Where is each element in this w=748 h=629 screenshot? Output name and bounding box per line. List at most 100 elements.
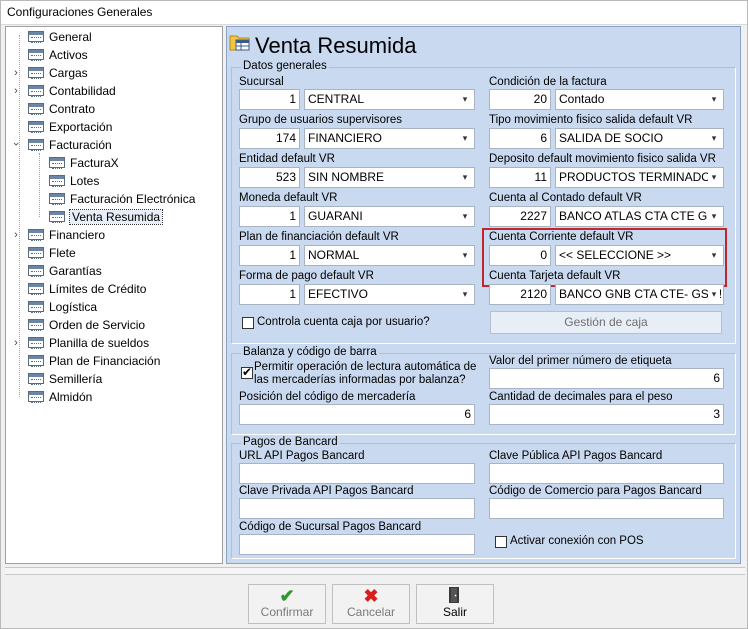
- controla-caja-checkbox[interactable]: [242, 317, 254, 329]
- cuenta-tarjeta-code-input[interactable]: 2120: [489, 284, 551, 305]
- activar-pos-checkbox[interactable]: [495, 536, 507, 548]
- chevron-right-icon[interactable]: ›: [11, 337, 21, 349]
- table-icon: [28, 139, 44, 151]
- tree-item-facturacion-electronica[interactable]: Facturación Electrónica: [49, 190, 195, 208]
- tree-item-activos[interactable]: Activos: [28, 46, 88, 64]
- group-label: Pagos de Bancard: [241, 436, 340, 448]
- condicion-label: Condición de la factura: [489, 76, 607, 88]
- chevron-down-icon: ▾: [459, 207, 471, 226]
- cancelar-button[interactable]: ✖ Cancelar: [332, 584, 410, 624]
- chevron-down-icon: ▾: [459, 285, 471, 304]
- table-icon: [49, 211, 65, 223]
- plan-select[interactable]: NORMAL ▾: [304, 245, 475, 266]
- cuenta-tarjeta-select[interactable]: BANCO GNB CTA CTE- GS 0! ▾: [555, 284, 724, 305]
- table-icon: [28, 355, 44, 367]
- cuenta-corriente-select[interactable]: << SELECCIONE >> ▾: [555, 245, 724, 266]
- codigo-sucursal-input[interactable]: [239, 534, 475, 555]
- salir-button[interactable]: Salir: [416, 584, 494, 624]
- chevron-down-icon: ▾: [459, 129, 471, 148]
- tree-item-facturax[interactable]: FacturaX: [49, 154, 119, 172]
- cuenta-corriente-label: Cuenta Corriente default VR: [489, 231, 634, 243]
- moneda-select[interactable]: GUARANI ▾: [304, 206, 475, 227]
- condicion-select[interactable]: Contado ▾: [555, 89, 724, 110]
- chevron-down-icon: ▾: [708, 168, 720, 187]
- grupo-select[interactable]: FINANCIERO ▾: [304, 128, 475, 149]
- table-icon: [28, 247, 44, 259]
- forma-pago-code-input[interactable]: 1: [239, 284, 300, 305]
- decimales-label: Cantidad de decimales para el peso: [489, 391, 673, 403]
- entidad-select[interactable]: SIN NOMBRE ▾: [304, 167, 475, 188]
- clave-privada-input[interactable]: [239, 498, 475, 519]
- chevron-down-icon: ▾: [708, 285, 720, 304]
- table-icon: [49, 175, 65, 187]
- entidad-code-input[interactable]: 523: [239, 167, 300, 188]
- tree-item-flete[interactable]: Flete: [28, 244, 76, 262]
- permitir-balanza-checkbox[interactable]: [241, 365, 253, 379]
- tree-item-exportacion[interactable]: Exportación: [28, 118, 112, 136]
- table-icon: [49, 193, 65, 205]
- gestion-caja-button[interactable]: Gestión de caja: [490, 311, 722, 334]
- tipo-mov-code-input[interactable]: 6: [489, 128, 551, 149]
- tree-item-logistica[interactable]: Logística: [28, 298, 97, 316]
- tree-item-financiero[interactable]: Financiero: [28, 226, 105, 244]
- settings-tree[interactable]: General Activos › Cargas › Contabilidad …: [5, 26, 223, 564]
- sucursal-label: Sucursal: [239, 76, 284, 88]
- cuenta-contado-code-input[interactable]: 2227: [489, 206, 551, 227]
- plan-label: Plan de financiación default VR: [239, 231, 399, 243]
- sucursal-code-input[interactable]: 1: [239, 89, 300, 110]
- chevron-right-icon[interactable]: ›: [11, 229, 21, 241]
- cuenta-corriente-code-input[interactable]: 0: [489, 245, 551, 266]
- table-icon: [28, 265, 44, 277]
- deposito-select[interactable]: PRODUCTOS TERMINADOS ▾: [555, 167, 724, 188]
- tree-item-contrato[interactable]: Contrato: [28, 100, 95, 118]
- chevron-right-icon[interactable]: ›: [11, 67, 21, 79]
- tree-item-facturacion[interactable]: Facturación: [28, 136, 112, 154]
- cuenta-tarjeta-label: Cuenta Tarjeta default VR: [489, 270, 621, 282]
- valor-etiqueta-input[interactable]: 6: [489, 368, 724, 389]
- chevron-down-icon[interactable]: ›: [10, 139, 22, 149]
- chevron-down-icon: ▾: [708, 207, 720, 226]
- cuenta-contado-select[interactable]: BANCO ATLAS CTA CTE GS ▾: [555, 206, 724, 227]
- tree-item-orden-servicio[interactable]: Orden de Servicio: [28, 316, 145, 334]
- permitir-balanza-label-2: las mercaderías informadas por balanza?: [254, 374, 466, 386]
- tree-item-plan-financiacion[interactable]: Plan de Financiación: [28, 352, 160, 370]
- tipo-mov-label: Tipo movimiento fisico salida default VR: [489, 114, 693, 126]
- tree-item-planilla-sueldos[interactable]: Planilla de sueldos: [28, 334, 149, 352]
- table-icon: [28, 319, 44, 331]
- url-bancard-input[interactable]: [239, 463, 475, 484]
- group-label: Balanza y código de barra: [241, 346, 379, 358]
- codigo-comercio-input[interactable]: [489, 498, 724, 519]
- tree-item-cargas[interactable]: Cargas: [28, 64, 88, 82]
- tree-item-lotes[interactable]: Lotes: [49, 172, 99, 190]
- tree-item-almidon[interactable]: Almidón: [28, 388, 92, 406]
- decimales-input[interactable]: 3: [489, 404, 724, 425]
- title-bar: Configuraciones Generales: [1, 1, 747, 25]
- plan-code-input[interactable]: 1: [239, 245, 300, 266]
- forma-pago-select[interactable]: EFECTIVO ▾: [304, 284, 475, 305]
- status-separator: [5, 567, 745, 575]
- sucursal-select[interactable]: CENTRAL ▾: [304, 89, 475, 110]
- clave-publica-input[interactable]: [489, 463, 724, 484]
- venta-resumida-panel: Venta Resumida Datos generales Sucursal …: [226, 26, 741, 564]
- close-icon: ✖: [363, 586, 379, 606]
- chevron-right-icon[interactable]: ›: [11, 85, 21, 97]
- condicion-code-input[interactable]: 20: [489, 89, 551, 110]
- posicion-input[interactable]: 6: [239, 404, 475, 425]
- confirmar-button[interactable]: ✔ Confirmar: [248, 584, 326, 624]
- tree-item-contabilidad[interactable]: Contabilidad: [28, 82, 116, 100]
- grupo-code-input[interactable]: 174: [239, 128, 300, 149]
- tree-item-general[interactable]: General: [28, 28, 92, 46]
- tree-item-semilleria[interactable]: Semillería: [28, 370, 102, 388]
- moneda-label: Moneda default VR: [239, 192, 338, 204]
- exit-door-icon: [417, 585, 493, 605]
- tipo-mov-select[interactable]: SALIDA DE SOCIO ▾: [555, 128, 724, 149]
- tree-item-limites-credito[interactable]: Límites de Crédito: [28, 280, 146, 298]
- tree-item-venta-resumida[interactable]: Venta Resumida: [49, 208, 164, 226]
- grupo-label: Grupo de usuarios supervisores: [239, 114, 402, 126]
- moneda-code-input[interactable]: 1: [239, 206, 300, 227]
- deposito-code-input[interactable]: 11: [489, 167, 551, 188]
- chevron-down-icon: ▾: [459, 168, 471, 187]
- deposito-label: Deposito default movimiento fisico salid…: [489, 153, 716, 165]
- check-icon: ✔: [279, 586, 295, 606]
- tree-item-garantias[interactable]: Garantías: [28, 262, 102, 280]
